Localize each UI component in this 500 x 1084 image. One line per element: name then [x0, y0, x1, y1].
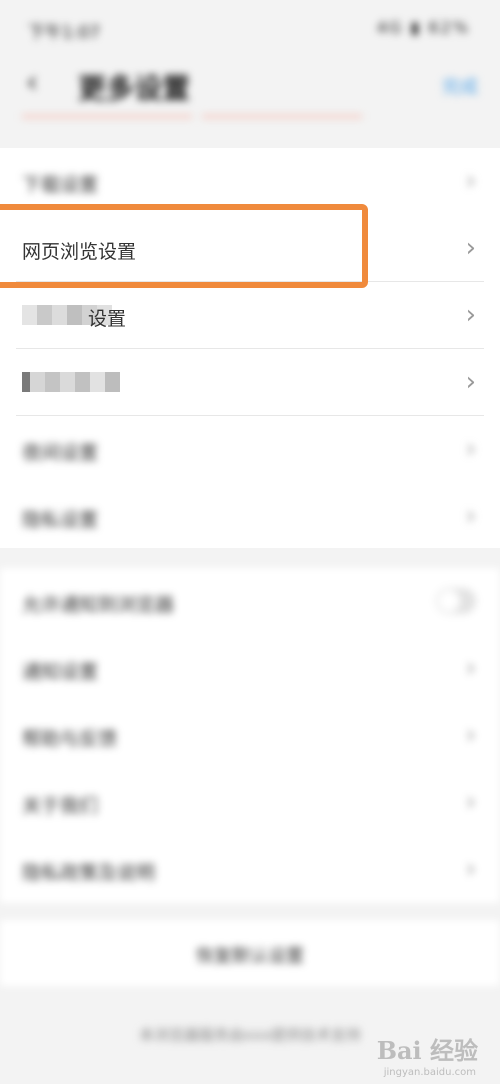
- status-bar: 下午1:07 4G ▮ 62%: [0, 0, 500, 55]
- chevron-right-icon: ›: [465, 300, 476, 330]
- chevron-right-icon: ›: [465, 501, 476, 531]
- settings-row-pixelated-1[interactable]: 设置 ›: [0, 282, 500, 349]
- settings-row-pixelated-2[interactable]: ›: [0, 349, 500, 416]
- settings-row-label: 设置: [88, 308, 127, 330]
- chevron-right-icon: ›: [465, 434, 476, 464]
- reset-defaults-label: 恢复默认设置: [196, 946, 304, 967]
- baidu-watermark-logo: Bai 经验: [376, 1036, 478, 1065]
- settings-row-label: 帮助与反馈: [22, 728, 118, 750]
- settings-row-label: 下载设置: [22, 174, 99, 196]
- settings-row-policy[interactable]: 隐私政策及说明 ›: [0, 836, 500, 903]
- settings-row-label: 关于我们: [22, 795, 99, 817]
- settings-row-label: 允许通知到浏览器: [22, 594, 175, 616]
- chevron-right-icon: ›: [465, 367, 476, 397]
- chevron-right-icon: ›: [465, 720, 476, 750]
- notify-toggle[interactable]: [436, 588, 476, 614]
- highlight-box: [0, 204, 368, 288]
- pixelated-label: [22, 372, 120, 392]
- header: ‹ 更多设置 完成: [0, 55, 500, 115]
- chevron-right-icon: ›: [465, 854, 476, 884]
- settings-row-notify[interactable]: 通知设置 ›: [0, 635, 500, 702]
- chevron-right-icon: ›: [465, 166, 476, 196]
- chevron-right-icon: ›: [465, 233, 476, 263]
- chevron-right-icon: ›: [465, 787, 476, 817]
- settings-row-privacy[interactable]: 隐私设置 ›: [0, 483, 500, 550]
- chevron-right-icon: ›: [465, 653, 476, 683]
- settings-row-notify-toggle[interactable]: 允许通知到浏览器: [0, 568, 500, 635]
- reset-defaults-button[interactable]: 恢复默认设置: [0, 920, 500, 986]
- toggle-knob: [438, 590, 460, 612]
- settings-row-label: 夜间设置: [22, 442, 99, 464]
- settings-row-label: 隐私设置: [22, 509, 99, 531]
- settings-row-help[interactable]: 帮助与反馈 ›: [0, 702, 500, 769]
- progress-line: [22, 115, 362, 119]
- settings-row-night[interactable]: 夜间设置 ›: [0, 416, 500, 483]
- page-title: 更多设置: [78, 72, 191, 105]
- watermark-url: jingyan.baidu.com: [383, 1067, 476, 1078]
- done-button[interactable]: 完成: [442, 73, 478, 99]
- back-icon[interactable]: ‹: [26, 65, 38, 100]
- settings-row-label: 隐私政策及说明: [22, 862, 156, 884]
- settings-group-secondary: 允许通知到浏览器 通知设置 › 帮助与反馈 › 关于我们 › 隐私政策及说明 ›: [0, 568, 500, 903]
- status-icons: 4G ▮ 62%: [376, 18, 470, 37]
- status-time: 下午1:07: [28, 23, 101, 43]
- settings-row-label: 通知设置: [22, 661, 99, 683]
- settings-row-about[interactable]: 关于我们 ›: [0, 769, 500, 836]
